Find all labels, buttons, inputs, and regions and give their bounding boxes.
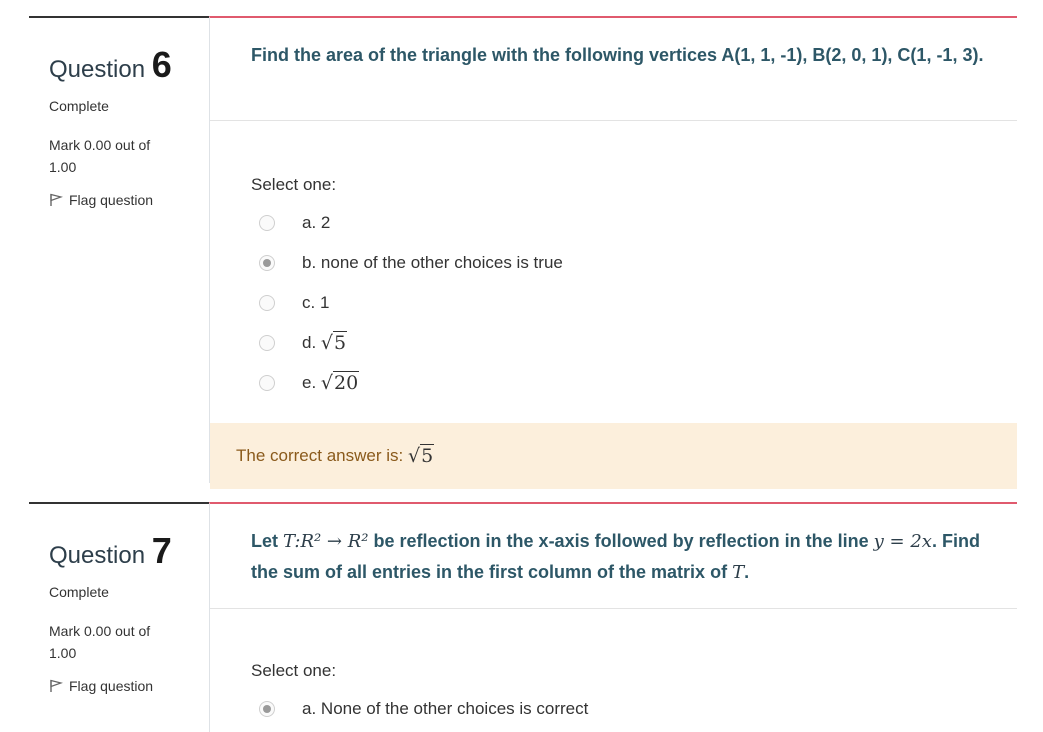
answer-option-c[interactable]: c. 1 — [251, 283, 1017, 323]
question-label: Question — [49, 56, 146, 83]
question-text: Find the area of the triangle with the f… — [251, 45, 984, 65]
answer-option-b[interactable]: b. none of the other choices is true — [251, 243, 1017, 283]
question-6-info: Question 6 Complete Mark 0.00 out of 1.0… — [29, 16, 209, 478]
select-one-prompt: Select one: — [251, 661, 337, 680]
question-number: Question 7 — [49, 530, 209, 572]
answer-option-a[interactable]: a. 2 — [251, 203, 1017, 243]
option-prefix: a. — [302, 213, 317, 232]
answer-option-a[interactable]: a. None of the other choices is correct — [251, 689, 1017, 729]
radicand: 5 — [333, 331, 348, 354]
question-grade: Mark 0.00 out of 1.00 — [49, 137, 151, 175]
question-number: Question 6 — [49, 44, 209, 86]
option-prefix: e. — [302, 373, 317, 392]
math-line-equation: y = 2x — [873, 531, 932, 552]
radicand: 20 — [333, 371, 360, 394]
select-one-prompt: Select one: — [251, 175, 337, 194]
text-part: be reflection in the x-axis followed by … — [373, 531, 869, 551]
option-prefix: d. — [302, 333, 317, 352]
sqrt-expression: √5 — [407, 444, 435, 467]
radio-a[interactable] — [259, 215, 275, 231]
question-number-value: 6 — [151, 44, 172, 85]
math-transform-symbol: T — [732, 562, 745, 583]
question-number-value: 7 — [151, 530, 172, 571]
sqrt-expression: √20 — [320, 371, 360, 394]
correct-answer-feedback: The correct answer is: √5 — [210, 423, 1017, 489]
math-mapping: T:R² → R² — [283, 531, 369, 552]
sqrt-expression: √5 — [320, 331, 348, 354]
radicand: 5 — [420, 444, 435, 467]
answer-option-d[interactable]: d. √5 — [251, 323, 1017, 363]
option-prefix: a. — [302, 699, 317, 718]
radio-e[interactable] — [259, 375, 275, 391]
flag-icon — [50, 679, 63, 692]
option-text: none of the other choices is true — [320, 253, 563, 272]
flag-question-link[interactable]: Flag question — [49, 678, 209, 694]
question-7-content: Let T:R² → R² be reflection in the x-axi… — [209, 502, 1017, 732]
text-part: Let — [251, 531, 278, 551]
radio-c[interactable] — [259, 295, 275, 311]
radio-a[interactable] — [259, 701, 275, 717]
question-7-info: Question 7 Complete Mark 0.00 out of 1.0… — [29, 502, 209, 732]
flag-question-label: Flag question — [69, 678, 154, 694]
option-text: 2 — [320, 213, 331, 232]
answer-options: a. 2 b. none of the other choices is tru… — [251, 203, 1017, 403]
flag-question-label: Flag question — [69, 192, 154, 208]
question-text: Let T:R² → R² be reflection in the x-axi… — [251, 526, 981, 588]
flag-question-link[interactable]: Flag question — [49, 192, 209, 208]
option-prefix: c. — [302, 293, 316, 312]
radio-d[interactable] — [259, 335, 275, 351]
question-6-content: Find the area of the triangle with the f… — [209, 16, 1017, 489]
option-text: 1 — [319, 293, 330, 312]
text-part: . — [744, 562, 750, 582]
question-state: Complete — [49, 98, 109, 114]
question-text-container: Find the area of the triangle with the f… — [210, 18, 1017, 121]
option-text: None of the other choices is correct — [320, 699, 589, 718]
radio-b[interactable] — [259, 255, 275, 271]
question-grade: Mark 0.00 out of 1.00 — [49, 623, 151, 661]
question-state: Complete — [49, 584, 109, 600]
question-text-container: Let T:R² → R² be reflection in the x-axi… — [210, 504, 1017, 609]
option-prefix: b. — [302, 253, 317, 272]
answer-options: a. None of the other choices is correct — [251, 689, 1017, 729]
answer-option-e[interactable]: e. √20 — [251, 363, 1017, 403]
question-label: Question — [49, 542, 146, 569]
feedback-text: The correct answer is: — [236, 446, 404, 465]
flag-icon — [50, 193, 63, 206]
